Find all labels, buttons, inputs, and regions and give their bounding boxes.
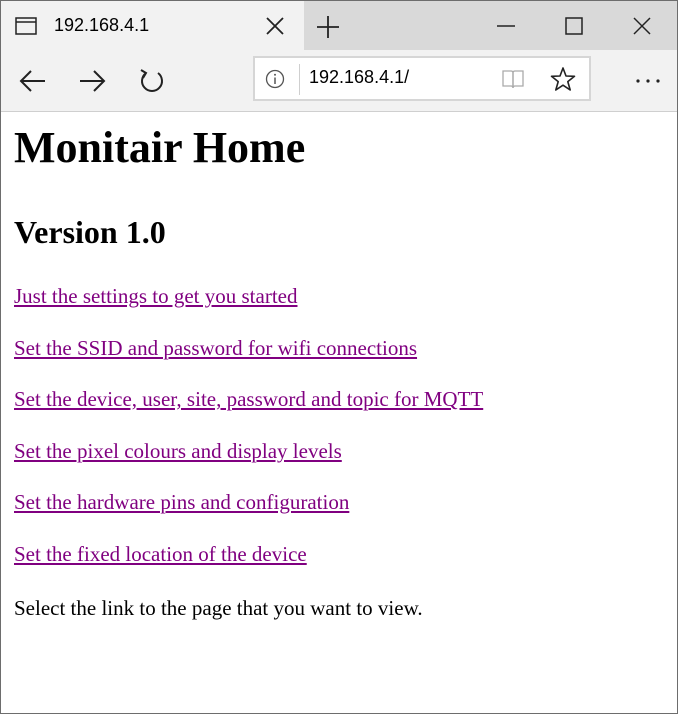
new-tab-plus-icon[interactable] [315, 14, 341, 40]
address-separator [299, 64, 300, 95]
link-fixed-location[interactable]: Set the fixed location of the device [14, 544, 307, 565]
forward-arrow-icon[interactable] [77, 66, 107, 96]
minimize-icon[interactable] [493, 13, 519, 39]
more-dots-icon[interactable] [631, 66, 665, 96]
page-content: Monitair Home Version 1.0 Just the setti… [1, 112, 677, 713]
close-window-icon[interactable] [629, 13, 655, 39]
back-arrow-icon[interactable] [18, 66, 48, 96]
close-tab-icon[interactable] [263, 14, 287, 38]
navigation-bar: 192.168.4.1/ [1, 50, 677, 112]
book-icon[interactable] [501, 68, 525, 90]
link-wifi-ssid[interactable]: Set the SSID and password for wifi conne… [14, 338, 417, 359]
link-settings-start[interactable]: Just the settings to get you started [14, 286, 297, 307]
page-title: Monitair Home [14, 123, 306, 172]
page-icon [15, 17, 37, 35]
tab-title: 192.168.4.1 [54, 15, 150, 35]
link-mqtt[interactable]: Set the device, user, site, password and… [14, 389, 483, 410]
info-icon[interactable] [265, 69, 285, 89]
instruction-text: Select the link to the page that you wan… [14, 596, 423, 620]
maximize-icon[interactable] [561, 13, 587, 39]
title-bar: 192.168.4.1 [1, 1, 677, 50]
link-hardware-pins[interactable]: Set the hardware pins and configuration [14, 492, 349, 513]
url-text[interactable]: 192.168.4.1/ [309, 67, 409, 88]
browser-window: 192.168.4.1 192.168.4.1/ Monitair Home V… [0, 0, 678, 714]
star-icon[interactable] [550, 66, 576, 92]
browser-tab[interactable]: 192.168.4.1 [1, 1, 304, 50]
link-pixel-colours[interactable]: Set the pixel colours and display levels [14, 441, 342, 462]
address-bar[interactable]: 192.168.4.1/ [253, 56, 591, 101]
refresh-icon[interactable] [137, 66, 167, 96]
version-heading: Version 1.0 [14, 214, 166, 250]
